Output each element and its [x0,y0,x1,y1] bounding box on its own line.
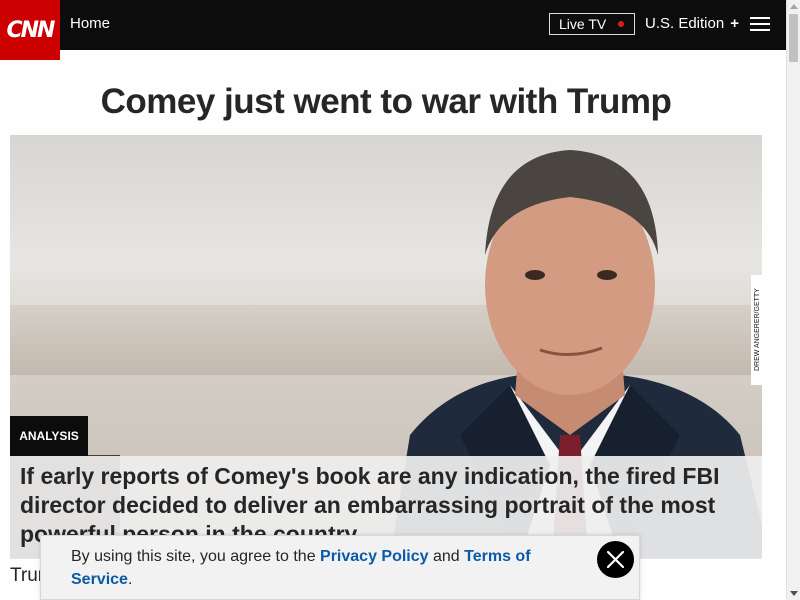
cookie-message: By using this site, you agree to the Pri… [71,545,551,591]
live-tv-label: Live TV [559,16,607,32]
cookie-consent-banner: By using this site, you agree to the Pri… [40,535,640,600]
live-indicator-icon [618,21,624,27]
edition-selector[interactable]: U.S. Edition + [645,15,739,32]
scroll-up-arrow-icon[interactable] [790,4,798,9]
close-icon[interactable] [597,541,634,578]
article-headline: Comey just went to war with Trump [100,82,672,121]
photo-credit: DREW ANGERER/GETTY IMAGES [751,275,762,385]
cookie-text-before: By using this site, you agree to the [71,548,321,565]
cnn-logo-text: CNN [6,17,56,43]
scrollbar-thumb[interactable] [789,14,798,62]
nav-home-link[interactable]: Home [70,15,110,32]
cookie-text-and: and [428,548,465,565]
scroll-down-arrow-icon[interactable] [790,591,798,596]
top-navigation-bar: Home Live TV U.S. Edition + [0,0,786,50]
cnn-logo[interactable]: CNN [0,0,60,60]
vertical-scrollbar[interactable] [786,0,800,600]
privacy-policy-link[interactable]: Privacy Policy [320,548,429,565]
edition-label: U.S. Edition [645,15,725,32]
page: Home Live TV U.S. Edition + CNN Comey jus… [0,0,800,600]
live-tv-button[interactable]: Live TV [549,13,635,35]
analysis-tag: ANALYSIS [10,416,88,456]
hamburger-menu-icon[interactable] [750,17,770,33]
plus-icon: + [730,15,739,32]
cookie-text-end: . [127,571,133,588]
